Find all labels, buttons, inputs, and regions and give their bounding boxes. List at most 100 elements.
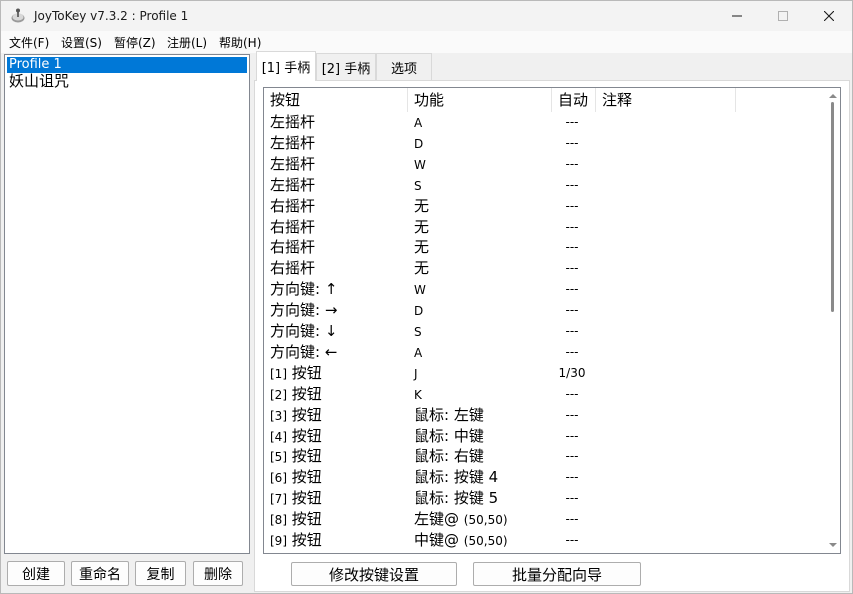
close-button[interactable]: [806, 1, 852, 31]
tab-joystick-2[interactable]: [2] 手柄: [316, 53, 376, 80]
scroll-down-icon[interactable]: [829, 541, 837, 549]
button-label: 左摇杆: [270, 154, 316, 173]
cell-button: [3] 按钮: [270, 405, 322, 426]
window-title: JoyToKey v7.3.2 : Profile 1: [34, 9, 189, 23]
cell-auto: ---: [565, 470, 579, 485]
cell-button: [8] 按钮: [270, 509, 322, 530]
cell-function: J: [414, 363, 418, 384]
table-row[interactable]: [4] 按钮 鼠标: 中键 ---: [264, 426, 830, 447]
cell-function: 鼠标: 右键: [414, 446, 484, 467]
table-row[interactable]: 右摇杆 无 ---: [264, 258, 830, 279]
table-row[interactable]: 方向键: ↓ S ---: [264, 321, 830, 342]
function-label: 中键@: [414, 531, 460, 549]
cell-auto: ---: [565, 449, 579, 464]
table-row[interactable]: [5] 按钮 鼠标: 右键 ---: [264, 446, 830, 467]
button-mapping-list[interactable]: 按钮 功能 自动 注释 左摇杆 A --- 左摇杆 D --- 左摇杆 W --- 左摇杆 S ---…: [263, 87, 841, 554]
function-label: D: [414, 136, 424, 151]
cell-function: 鼠标: 中键: [414, 426, 484, 447]
cell-function: W: [414, 154, 426, 175]
delete-profile-button[interactable]: 删除: [193, 561, 243, 586]
button-label: 按钮: [291, 384, 322, 403]
table-row[interactable]: [3] 按钮 鼠标: 左键 ---: [264, 405, 830, 426]
menu-pause[interactable]: 暂停(Z): [114, 34, 156, 51]
table-row[interactable]: 左摇杆 S ---: [264, 175, 830, 196]
scroll-thumb[interactable]: [831, 102, 834, 312]
minimize-button[interactable]: [714, 1, 760, 31]
menu-file[interactable]: 文件(F): [9, 34, 49, 51]
cell-button: 左摇杆: [270, 175, 315, 196]
button-label: 按钮: [291, 531, 322, 549]
table-row[interactable]: [6] 按钮 鼠标: 按键 4 ---: [264, 467, 830, 488]
table-row[interactable]: [2] 按钮 K ---: [264, 384, 830, 405]
cell-button: 左摇杆: [270, 154, 315, 175]
table-row[interactable]: 左摇杆 D ---: [264, 133, 830, 154]
table-row[interactable]: 右摇杆 无 ---: [264, 196, 830, 217]
cell-function: 无: [414, 258, 429, 279]
button-label: 方向键: ↓: [270, 322, 338, 340]
cell-auto: ---: [565, 533, 579, 547]
joytokey-app-icon: [10, 8, 26, 24]
cell-function: A: [414, 112, 422, 133]
table-row[interactable]: [8] 按钮 左键@ (50,50) ---: [264, 509, 830, 530]
table-row[interactable]: 方向键: → D ---: [264, 300, 830, 321]
column-header-comment[interactable]: 注释: [596, 88, 736, 112]
create-profile-button[interactable]: 创建: [7, 561, 65, 586]
cell-auto: ---: [565, 177, 579, 192]
rename-profile-button[interactable]: 重命名: [71, 561, 129, 586]
cell-function: A: [414, 342, 422, 363]
cell-auto: ---: [565, 156, 579, 171]
column-header-auto[interactable]: 自动: [552, 88, 596, 112]
menu-help[interactable]: 帮助(H): [219, 34, 261, 51]
maximize-button[interactable]: [760, 1, 806, 31]
menu-register[interactable]: 注册(L): [167, 34, 207, 51]
function-label: K: [414, 387, 422, 402]
button-label: 左摇杆: [270, 113, 316, 131]
function-label: 鼠标: 左键: [414, 405, 484, 424]
function-label: A: [414, 116, 423, 130]
table-row[interactable]: 左摇杆 W ---: [264, 154, 830, 175]
cell-auto: ---: [565, 198, 579, 213]
profile-list[interactable]: Profile 1 妖山诅咒: [4, 54, 250, 554]
cell-auto: ---: [565, 303, 579, 318]
cell-auto: ---: [565, 240, 579, 255]
table-row[interactable]: 方向键: ← A ---: [264, 342, 830, 363]
table-row[interactable]: 左摇杆 A ---: [264, 112, 830, 133]
button-label: 方向键: →: [270, 301, 338, 320]
table-row[interactable]: 右摇杆 无 ---: [264, 217, 830, 238]
table-row[interactable]: 方向键: ↑ W ---: [264, 279, 830, 300]
button-number: [9]: [270, 534, 287, 548]
cell-auto: ---: [565, 135, 579, 150]
table-row[interactable]: [7] 按钮 鼠标: 按键 5 ---: [264, 488, 830, 509]
cell-function: K: [414, 384, 422, 405]
copy-profile-button[interactable]: 复制: [135, 561, 186, 586]
tab-options[interactable]: 选项: [376, 53, 432, 80]
table-row[interactable]: 右摇杆 无 ---: [264, 237, 830, 258]
batch-assign-wizard-button[interactable]: 批量分配向导: [473, 562, 641, 586]
function-label: D: [414, 304, 424, 319]
scroll-up-icon[interactable]: [829, 92, 837, 100]
cell-function: 鼠标: 按键 5: [414, 488, 498, 509]
button-number: [3]: [270, 408, 287, 423]
cell-auto: ---: [565, 219, 579, 234]
column-header-function[interactable]: 功能: [408, 88, 552, 112]
edit-button-settings-button[interactable]: 修改按键设置: [291, 562, 457, 586]
button-label: 右摇杆: [270, 196, 316, 215]
cell-function: D: [414, 300, 423, 321]
cell-auto: ---: [565, 512, 579, 527]
cell-function: D: [414, 133, 423, 154]
function-label: 无: [414, 196, 430, 215]
column-header-button[interactable]: 按钮: [264, 88, 408, 112]
function-label: 左键@: [414, 510, 460, 529]
function-label: S: [414, 178, 422, 193]
cell-auto: ---: [565, 261, 579, 276]
function-label: 鼠标: 按键 5: [414, 489, 499, 508]
table-row[interactable]: [1] 按钮 J 1/30: [264, 363, 830, 384]
vertical-scrollbar[interactable]: [826, 88, 840, 553]
table-row[interactable]: [9] 按钮 中键@ (50,50) ---: [264, 530, 830, 551]
button-number: [5]: [270, 450, 287, 465]
function-coordinates: (50,50): [463, 513, 508, 528]
profile-item-yaoshan[interactable]: 妖山诅咒: [7, 72, 247, 90]
menu-settings[interactable]: 设置(S): [61, 34, 102, 51]
tab-joystick-1[interactable]: [1] 手柄: [256, 51, 316, 81]
profile-item-profile-1[interactable]: Profile 1: [7, 57, 247, 73]
